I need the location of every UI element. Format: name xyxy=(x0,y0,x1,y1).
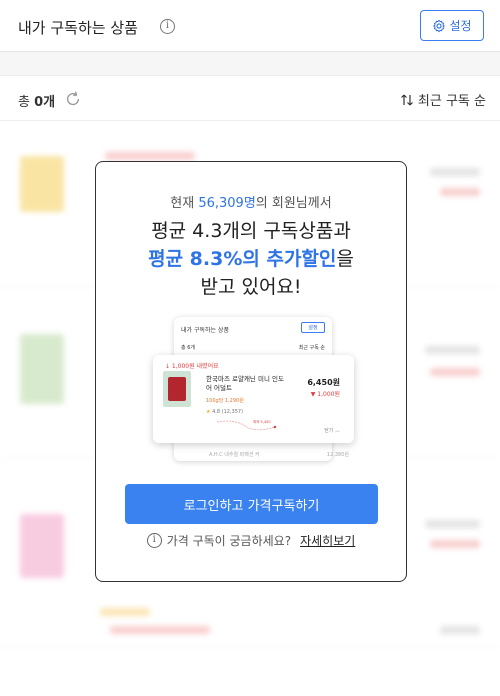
sort-label: 최근 구독 순 xyxy=(417,94,486,109)
star-icon: ★ xyxy=(206,409,211,415)
total-prefix: 총 xyxy=(18,95,35,110)
headline-particle: 을 xyxy=(336,248,354,270)
preview-title: 내가 구독하는 상품 xyxy=(181,327,229,334)
headline-line-1: 평균 4.3개의 구독상품과 xyxy=(151,220,351,242)
subscription-promo-modal: 현재 56,309명의 회원님께서 평균 4.3개의 구독상품과 평균 8.3%… xyxy=(95,161,407,582)
preview-settings: 설정 xyxy=(301,322,325,333)
placeholder-bar xyxy=(440,626,480,634)
help-text: 가격 구독이 궁금하세요? xyxy=(166,534,292,548)
preview-product-image xyxy=(163,371,191,407)
preview-total: 총 6개 xyxy=(181,345,195,351)
preview-sort: 최근 구독 순 xyxy=(298,345,325,351)
placeholder-bar xyxy=(430,168,480,176)
preview-price: 6,450원 xyxy=(307,378,340,387)
sort-icon xyxy=(400,94,413,105)
product-thumbnail xyxy=(20,334,64,404)
help-row: i 가격 구독이 궁금하세요? 자세히보기 xyxy=(96,532,406,549)
gear-icon xyxy=(433,19,446,32)
preview-chart-label: 최저 5,450 xyxy=(253,419,271,424)
learn-more-link[interactable]: 자세히보기 xyxy=(300,532,355,549)
product-thumbnail xyxy=(20,514,64,578)
placeholder-bar xyxy=(100,608,150,616)
info-icon: i xyxy=(146,533,162,548)
preview-discount: ↓ 1,000원 내렸어요 xyxy=(165,363,219,370)
settings-label: 설정 xyxy=(449,19,472,33)
placeholder-bar xyxy=(430,540,480,548)
info-icon[interactable]: i xyxy=(160,19,175,34)
placeholder-bar xyxy=(425,346,480,354)
page-header: 내가 구독하는 상품 i 설정 xyxy=(0,0,500,52)
total-count: 총 0개 xyxy=(18,91,55,110)
preview-price-down: ▼ 1,000원 xyxy=(310,391,340,398)
login-subscribe-button[interactable]: 로그인하고 가격구독하기 xyxy=(125,484,378,524)
preview-product-pack xyxy=(168,377,186,401)
refresh-icon[interactable] xyxy=(64,90,82,108)
preview-sub-name: A.H.C 내추럴 퍼펙션 커 xyxy=(209,452,260,458)
product-thumbnail xyxy=(20,156,64,212)
settings-button[interactable]: 설정 xyxy=(420,10,484,41)
preview-illustration: 내가 구독하는 상품 설정 총 6개 최근 구독 순 A.H.C 내추럴 퍼펙션… xyxy=(153,317,354,461)
preview-rating-value: 4.8 (12,357) xyxy=(212,409,244,415)
headline-highlight: 평균 8.3%의 추가할인 xyxy=(148,248,337,270)
placeholder-bar xyxy=(430,368,480,376)
preview-rating: ★ 4.8 (12,357) xyxy=(206,409,243,415)
list-toolbar: 총 0개 최근 구독 순 xyxy=(0,77,500,121)
preview-unit-price: 100g당 1,290원 xyxy=(206,398,244,404)
headline-line-3: 받고 있어요! xyxy=(200,276,302,298)
preview-product-card: ↓ 1,000원 내렸어요 한국마즈 로얄캐닌 미니 인도어 어덜트 100g당… xyxy=(153,355,354,443)
placeholder-bar xyxy=(440,188,480,196)
preview-sub-item: A.H.C 내추럴 퍼펙션 커 12,380원 xyxy=(209,449,349,463)
header-divider-band xyxy=(0,52,500,76)
preview-product-name: 한국마즈 로얄캐닌 미니 인도어 어덜트 xyxy=(206,375,284,392)
placeholder-bar xyxy=(105,152,195,160)
placeholder-bar xyxy=(425,520,480,528)
preview-price-chart: 최저 5,450 xyxy=(216,419,277,431)
member-count: 56,309명 xyxy=(198,196,256,211)
headline-line-2: 평균 8.3%의 추가할인을 xyxy=(96,245,406,273)
preview-sub-price: 12,380원 xyxy=(326,452,349,458)
page-title: 내가 구독하는 상품 xyxy=(18,19,138,37)
member-intro: 현재 56,309명의 회원님께서 xyxy=(96,192,406,211)
preview-close: 닫기 ︿ xyxy=(324,428,340,434)
placeholder-bar xyxy=(110,626,210,634)
total-value: 0개 xyxy=(34,95,56,110)
promo-headline: 평균 4.3개의 구독상품과 평균 8.3%의 추가할인을 받고 있어요! xyxy=(96,217,406,301)
intro-suffix: 의 회원님께서 xyxy=(255,196,332,211)
intro-prefix: 현재 xyxy=(170,196,199,211)
sort-dropdown[interactable]: 최근 구독 순 xyxy=(400,90,486,109)
